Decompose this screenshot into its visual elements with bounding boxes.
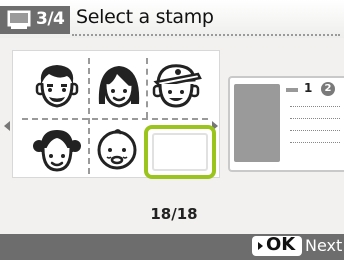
boy-cap-face-icon [152,64,202,108]
play-arrow-icon [258,242,263,250]
scroll-left-icon[interactable] [4,121,10,131]
step-number: 3/4 [36,9,65,29]
stamp-counter: 18/18 [150,205,198,223]
page-title: Select a stamp [76,6,214,28]
stamp-blank[interactable] [144,125,216,179]
preview-text-line [290,130,340,131]
stamp-woman[interactable] [91,60,147,110]
girl-face-icon [33,130,81,172]
step-indicator: 3/4 [0,6,70,34]
next-button[interactable]: Next [305,236,342,255]
copy-badge: 2 [321,82,335,96]
print-screen-icon [7,10,31,29]
stamp-man[interactable] [29,60,85,110]
preview-photo [234,84,280,162]
preview-text-line [290,106,340,107]
preview-text-line [290,142,340,143]
man-face-icon [35,65,79,108]
stamp-girl[interactable] [29,124,85,174]
ok-label: OK [266,234,296,255]
print-quantity: 1 [304,81,313,95]
grid-divider-horizontal [22,118,208,120]
baby-face-icon [97,129,137,170]
quantity-bar-icon [286,88,298,92]
selection-highlight [152,133,208,171]
preview-text-line [290,118,340,119]
stamp-baby[interactable] [89,124,145,174]
title-underline [72,34,340,36]
stamp-boy-cap[interactable] [148,60,204,110]
woman-face-icon [98,66,140,108]
